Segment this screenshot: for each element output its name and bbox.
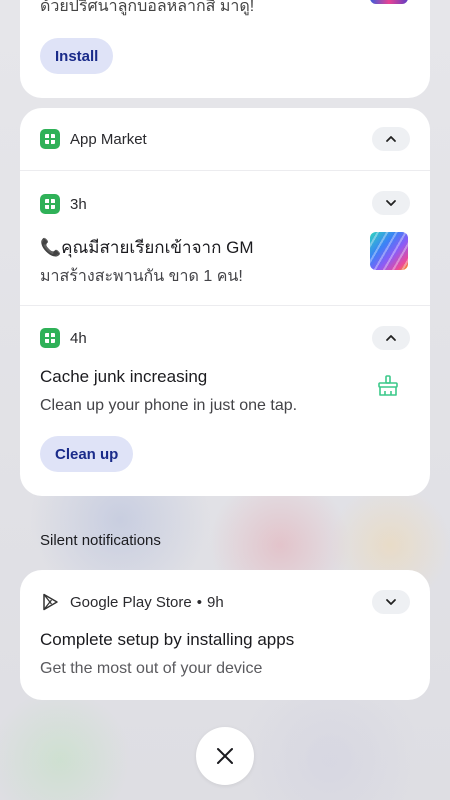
chevron-down-icon xyxy=(386,200,396,206)
notification-body: Clean up your phone in just one tap. xyxy=(40,397,298,414)
notification-header: 3h xyxy=(40,194,87,214)
close-icon xyxy=(217,748,233,764)
notification-title: Complete setup by installing apps xyxy=(40,630,295,649)
notification-card-play-store[interactable]: Google Play Store • 9h Complete setup by… xyxy=(20,570,430,700)
app-market-icon xyxy=(40,194,60,214)
notification-title: 📞คุณมีสายเรียกเข้าจาก GM xyxy=(40,238,254,257)
notification-body: ด้วยปริศนาลูกบอลหลากสี มาดู! xyxy=(40,0,255,15)
divider xyxy=(20,305,430,306)
silent-notifications-header: Silent notifications xyxy=(40,532,161,549)
chevron-up-icon xyxy=(386,136,396,142)
expand-notification-button[interactable] xyxy=(372,590,410,614)
install-button[interactable]: Install xyxy=(40,38,114,74)
notification-body: Get the most out of your device xyxy=(40,660,263,677)
app-market-icon xyxy=(40,328,60,348)
divider xyxy=(20,170,430,171)
collapse-notification-button[interactable] xyxy=(372,326,410,350)
play-store-icon xyxy=(43,593,58,611)
close-notifications-button[interactable] xyxy=(196,727,254,785)
notification-title: Cache junk increasing xyxy=(40,367,208,386)
notification-time: 9h xyxy=(207,593,224,611)
chevron-up-icon xyxy=(386,335,396,341)
chevron-down-icon xyxy=(386,599,396,605)
group-app-name: App Market xyxy=(70,130,147,148)
notification-header: 4h xyxy=(40,328,87,348)
notification-app-name: Google Play Store xyxy=(70,593,192,611)
group-header[interactable]: App Market xyxy=(40,129,147,149)
meta-separator: • xyxy=(196,593,203,611)
notification-header: Google Play Store • 9h xyxy=(40,592,224,612)
notification-time: 4h xyxy=(70,329,87,347)
app-market-icon xyxy=(40,129,60,149)
notification-thumbnail xyxy=(370,0,408,4)
notification-time: 3h xyxy=(70,195,87,213)
collapse-group-button[interactable] xyxy=(372,127,410,151)
notification-body: มาสร้างสะพานกัน ขาด 1 คน! xyxy=(40,268,243,285)
broom-icon xyxy=(378,375,398,396)
notification-thumbnail xyxy=(370,232,408,270)
expand-notification-button[interactable] xyxy=(372,191,410,215)
notification-group-app-market[interactable]: App Market 3h 📞คุณมีสายเรียกเข้าจาก GM ม… xyxy=(20,108,430,496)
notification-card-partial[interactable]: ด้วยปริศนาลูกบอลหลากสี มาดู! Install xyxy=(20,0,430,98)
clean-up-button[interactable]: Clean up xyxy=(40,436,134,472)
